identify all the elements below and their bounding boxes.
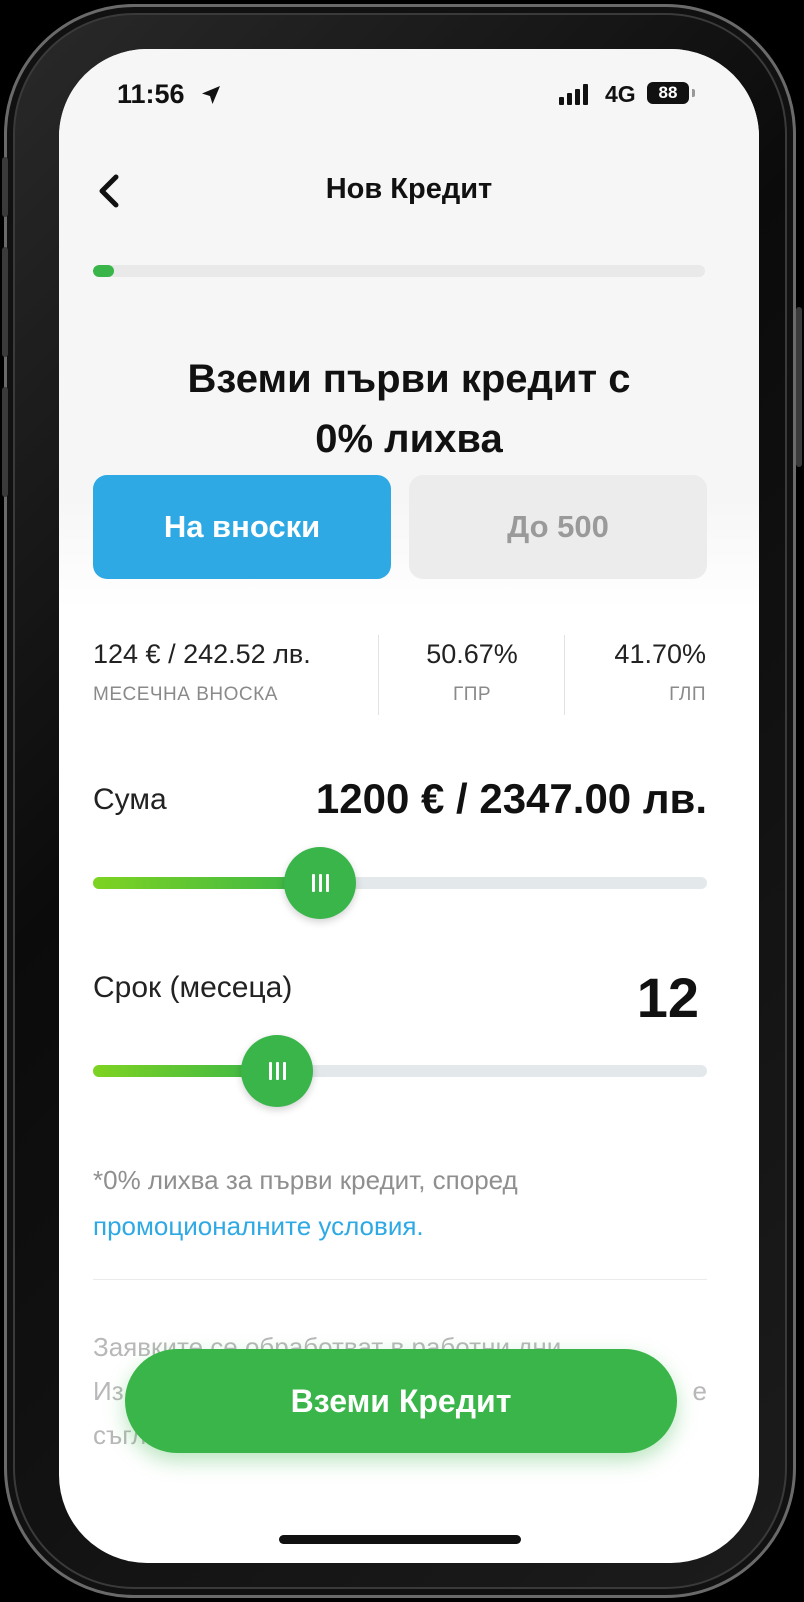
term-label: Срок (месеца)	[93, 971, 293, 1004]
processing-info-line2-start: Из	[93, 1376, 124, 1406]
amount-label: Сума	[93, 783, 167, 816]
processing-info-line2-end: е	[692, 1376, 707, 1406]
signal-icon	[559, 83, 588, 105]
amount-value: 1200 € / 2347.00 лв.	[315, 775, 707, 822]
stat-interest-rate: 41.70% ГЛП	[564, 639, 706, 706]
amount-slider-track[interactable]	[93, 877, 707, 889]
step-progress-fill	[93, 265, 115, 277]
page-title: Нов Кредит	[325, 173, 493, 205]
phone-frame: 11:56 4G 88 Нов Кредит Вземи първи креди…	[2, 4, 802, 1598]
stat-apr-value: 50.67%	[426, 639, 518, 669]
side-button	[2, 157, 8, 217]
volume-up-button	[2, 247, 8, 357]
stat-interest-rate-label: ГЛП	[669, 684, 706, 705]
promo-note-text: *0% лихва за първи кредит, според	[93, 1165, 518, 1195]
term-value: 12	[636, 966, 699, 1029]
stat-monthly-payment: 124 € / 242.52 лв. МЕСЕЧНА ВНОСКА	[93, 639, 311, 706]
volume-down-button	[2, 387, 8, 497]
headline: Вземи първи кредит с 0% лихва	[59, 349, 759, 469]
stat-monthly-payment-label: МЕСЕЧНА ВНОСКА	[93, 684, 278, 705]
promo-terms-link[interactable]: промоционалните условия.	[93, 1211, 424, 1241]
term-slider-track[interactable]	[93, 1065, 707, 1077]
status-bar: 11:56 4G 88	[59, 79, 759, 115]
headline-rate: 0%	[315, 417, 374, 461]
battery-cap	[692, 89, 695, 97]
stat-apr: 50.67% ГПР	[379, 639, 565, 706]
power-button	[796, 307, 802, 467]
location-arrow-icon	[202, 86, 220, 104]
get-credit-button[interactable]: Вземи Кредит	[125, 1349, 677, 1453]
term-slider-handle[interactable]	[241, 1035, 314, 1107]
headline-line2: 0% лихва	[59, 409, 759, 469]
stat-interest-rate-value: 41.70%	[614, 639, 706, 669]
step-progress-bar	[93, 265, 705, 277]
section-divider	[93, 1279, 707, 1280]
battery-icon: 88	[647, 82, 689, 104]
amount-slider-handle[interactable]	[284, 847, 357, 919]
stat-apr-label: ГПР	[452, 684, 492, 705]
stat-monthly-payment-value: 124 € / 242.52 лв.	[93, 639, 311, 669]
tab-installments[interactable]: На вноски	[93, 475, 391, 579]
headline-rate-suffix: лихва	[373, 417, 503, 461]
network-type: 4G	[605, 81, 636, 107]
app-screen: 11:56 4G 88 Нов Кредит Вземи първи креди…	[59, 49, 759, 1563]
status-time: 11:56	[117, 79, 185, 109]
tab-up-to-500[interactable]: До 500	[409, 475, 707, 579]
headline-line1: Вземи първи кредит с	[187, 357, 631, 401]
home-indicator[interactable]	[279, 1535, 521, 1544]
promo-note: *0% лихва за първи кредит, според промоц…	[93, 1157, 713, 1249]
